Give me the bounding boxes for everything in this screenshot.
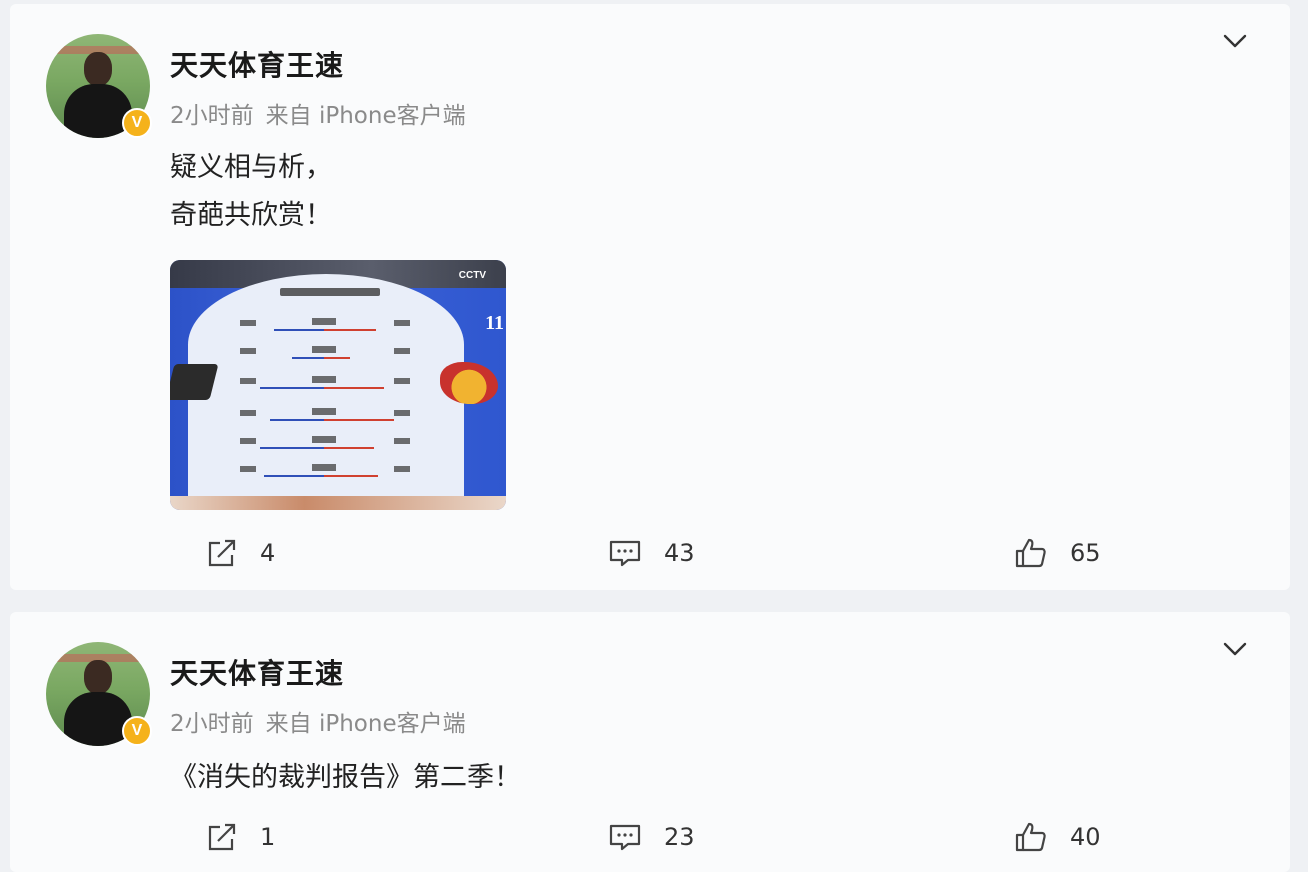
share-button[interactable]: 4: [206, 536, 275, 570]
share-count: 1: [260, 823, 276, 851]
verified-badge: V: [122, 716, 152, 746]
post-time[interactable]: 2小时前: [170, 103, 254, 129]
post-time[interactable]: 2小时前: [170, 711, 254, 737]
post-meta: 2小时前 来自 iPhone客户端: [170, 96, 466, 130]
author-name[interactable]: 天天体育王速: [170, 652, 344, 692]
thumbs-up-icon: [1015, 822, 1046, 852]
like-count: 65: [1070, 539, 1101, 567]
post-text-line: 疑义相与析，: [170, 152, 332, 183]
chevron-down-icon[interactable]: [1222, 640, 1248, 658]
share-button[interactable]: 1: [206, 820, 275, 854]
chevron-down-icon[interactable]: [1222, 32, 1248, 50]
post-source: 来自 iPhone客户端: [265, 711, 466, 737]
author-name[interactable]: 天天体育王速: [170, 44, 344, 84]
share-icon: [208, 539, 236, 567]
post-text-line: 奇葩共欣赏！: [170, 200, 332, 231]
post-actions: 1 23 40: [10, 820, 1290, 854]
post-card: V 天天体育王速 2小时前 来自 iPhone客户端 疑义相与析， 奇葩共欣赏！ …: [10, 4, 1290, 590]
share-icon: [208, 823, 236, 851]
comment-button[interactable]: 43: [608, 536, 695, 570]
comment-button[interactable]: 23: [608, 820, 695, 854]
verified-badge: V: [122, 108, 152, 138]
comment-count: 23: [664, 823, 695, 851]
like-button[interactable]: 40: [1014, 820, 1101, 854]
comment-icon: [609, 540, 641, 567]
like-count: 40: [1070, 823, 1101, 851]
post-text-line: 《消失的裁判报告》第二季！: [170, 762, 521, 793]
post-card: V 天天体育王速 2小时前 来自 iPhone客户端 《消失的裁判报告》第二季！ …: [10, 612, 1290, 872]
post-image[interactable]: CCTV 11: [170, 260, 506, 510]
post-actions: 4 43 65: [10, 536, 1290, 570]
like-button[interactable]: 65: [1014, 536, 1101, 570]
post-source: 来自 iPhone客户端: [265, 103, 466, 129]
comment-icon: [609, 824, 641, 851]
share-count: 4: [260, 539, 276, 567]
post-meta: 2小时前 来自 iPhone客户端: [170, 704, 466, 738]
thumbs-up-icon: [1015, 538, 1046, 568]
comment-count: 43: [664, 539, 695, 567]
